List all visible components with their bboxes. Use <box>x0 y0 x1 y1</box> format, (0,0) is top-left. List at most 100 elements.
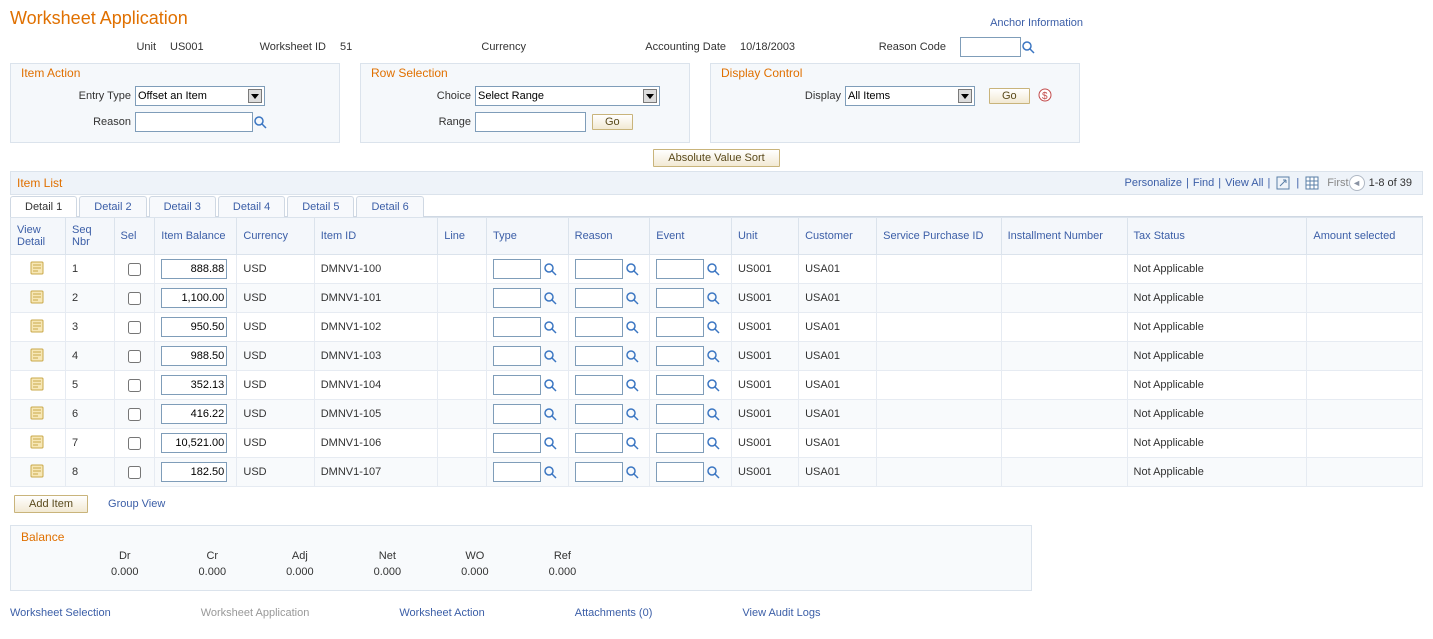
col-header[interactable]: Customer <box>799 218 877 255</box>
type-input[interactable] <box>493 462 541 482</box>
attachments-link[interactable]: Attachments (0) <box>575 607 653 619</box>
col-header[interactable]: View Detail <box>11 218 66 255</box>
type-lookup-icon[interactable] <box>543 291 557 305</box>
tab-detail-5[interactable]: Detail 5 <box>287 196 354 217</box>
col-header[interactable]: Tax Status <box>1127 218 1307 255</box>
worksheet-selection-link[interactable]: Worksheet Selection <box>10 607 111 619</box>
item-balance-input[interactable] <box>161 259 227 279</box>
event-lookup-icon[interactable] <box>706 436 720 450</box>
row-selection-go-button[interactable]: Go <box>592 114 633 130</box>
event-lookup-icon[interactable] <box>706 378 720 392</box>
sel-checkbox[interactable] <box>128 350 141 363</box>
choice-select[interactable]: Select Range <box>475 86 660 106</box>
event-input[interactable] <box>656 288 704 308</box>
type-input[interactable] <box>493 375 541 395</box>
reason-row-lookup-icon[interactable] <box>625 262 639 276</box>
view-detail-icon[interactable] <box>30 319 46 333</box>
tab-detail-4[interactable]: Detail 4 <box>218 196 285 217</box>
sel-checkbox[interactable] <box>128 379 141 392</box>
sel-checkbox[interactable] <box>128 263 141 276</box>
item-balance-input[interactable] <box>161 462 227 482</box>
sel-checkbox[interactable] <box>128 437 141 450</box>
col-header[interactable]: Reason <box>568 218 650 255</box>
reason-row-input[interactable] <box>575 404 623 424</box>
type-input[interactable] <box>493 433 541 453</box>
col-header[interactable]: Event <box>650 218 732 255</box>
col-header[interactable]: Line <box>438 218 487 255</box>
col-header[interactable]: Item Balance <box>155 218 237 255</box>
view-detail-icon[interactable] <box>30 435 46 449</box>
zoom-icon[interactable] <box>1276 176 1290 190</box>
reason-row-input[interactable] <box>575 259 623 279</box>
item-balance-input[interactable] <box>161 375 227 395</box>
col-header[interactable]: Item ID <box>314 218 438 255</box>
group-view-link[interactable]: Group View <box>108 498 165 510</box>
event-input[interactable] <box>656 346 704 366</box>
tab-detail-6[interactable]: Detail 6 <box>356 196 423 217</box>
item-balance-input[interactable] <box>161 433 227 453</box>
entry-type-select[interactable]: Offset an Item <box>135 86 265 106</box>
type-lookup-icon[interactable] <box>543 465 557 479</box>
view-detail-icon[interactable] <box>30 261 46 275</box>
event-input[interactable] <box>656 433 704 453</box>
tab-detail-1[interactable]: Detail 1 <box>10 196 77 217</box>
event-input[interactable] <box>656 375 704 395</box>
reason-row-lookup-icon[interactable] <box>625 291 639 305</box>
event-lookup-icon[interactable] <box>706 349 720 363</box>
item-balance-input[interactable] <box>161 346 227 366</box>
event-input[interactable] <box>656 259 704 279</box>
type-lookup-icon[interactable] <box>543 262 557 276</box>
reason-row-input[interactable] <box>575 375 623 395</box>
reason-row-input[interactable] <box>575 462 623 482</box>
reason-code-input[interactable] <box>960 37 1021 57</box>
col-header[interactable]: Seq Nbr <box>66 218 114 255</box>
sel-checkbox[interactable] <box>128 408 141 421</box>
col-header[interactable]: Amount selected <box>1307 218 1423 255</box>
find-link[interactable]: Find <box>1193 177 1214 189</box>
reason-row-lookup-icon[interactable] <box>625 378 639 392</box>
view-detail-icon[interactable] <box>30 348 46 362</box>
event-lookup-icon[interactable] <box>706 291 720 305</box>
worksheet-action-link[interactable]: Worksheet Action <box>399 607 484 619</box>
event-lookup-icon[interactable] <box>706 262 720 276</box>
item-balance-input[interactable] <box>161 404 227 424</box>
view-all-link[interactable]: View All <box>1225 177 1263 189</box>
view-detail-icon[interactable] <box>30 464 46 478</box>
col-header[interactable]: Type <box>486 218 568 255</box>
sel-checkbox[interactable] <box>128 466 141 479</box>
view-detail-icon[interactable] <box>30 290 46 304</box>
type-input[interactable] <box>493 259 541 279</box>
anchor-information-link[interactable]: Anchor Information <box>990 17 1083 29</box>
col-header[interactable]: Unit <box>731 218 798 255</box>
type-input[interactable] <box>493 317 541 337</box>
event-lookup-icon[interactable] <box>706 407 720 421</box>
item-balance-input[interactable] <box>161 288 227 308</box>
view-audit-logs-link[interactable]: View Audit Logs <box>742 607 820 619</box>
sel-checkbox[interactable] <box>128 292 141 305</box>
type-lookup-icon[interactable] <box>543 349 557 363</box>
col-header[interactable]: Installment Number <box>1001 218 1127 255</box>
type-lookup-icon[interactable] <box>543 320 557 334</box>
type-lookup-icon[interactable] <box>543 378 557 392</box>
reason-row-lookup-icon[interactable] <box>625 436 639 450</box>
view-detail-icon[interactable] <box>30 406 46 420</box>
view-detail-icon[interactable] <box>30 377 46 391</box>
display-select[interactable]: All Items <box>845 86 975 106</box>
reason-row-input[interactable] <box>575 288 623 308</box>
event-lookup-icon[interactable] <box>706 320 720 334</box>
currency-icon[interactable] <box>1038 88 1054 104</box>
reason-row-input[interactable] <box>575 433 623 453</box>
prev-page-icon[interactable]: ◄ <box>1349 175 1365 191</box>
reason-lookup-icon[interactable] <box>253 115 267 129</box>
type-input[interactable] <box>493 346 541 366</box>
reason-row-lookup-icon[interactable] <box>625 407 639 421</box>
col-header[interactable]: Service Purchase ID <box>877 218 1001 255</box>
add-item-button[interactable]: Add Item <box>14 495 88 513</box>
event-input[interactable] <box>656 462 704 482</box>
reason-input[interactable] <box>135 112 253 132</box>
personalize-link[interactable]: Personalize <box>1125 177 1182 189</box>
type-lookup-icon[interactable] <box>543 407 557 421</box>
type-lookup-icon[interactable] <box>543 436 557 450</box>
sel-checkbox[interactable] <box>128 321 141 334</box>
event-input[interactable] <box>656 317 704 337</box>
